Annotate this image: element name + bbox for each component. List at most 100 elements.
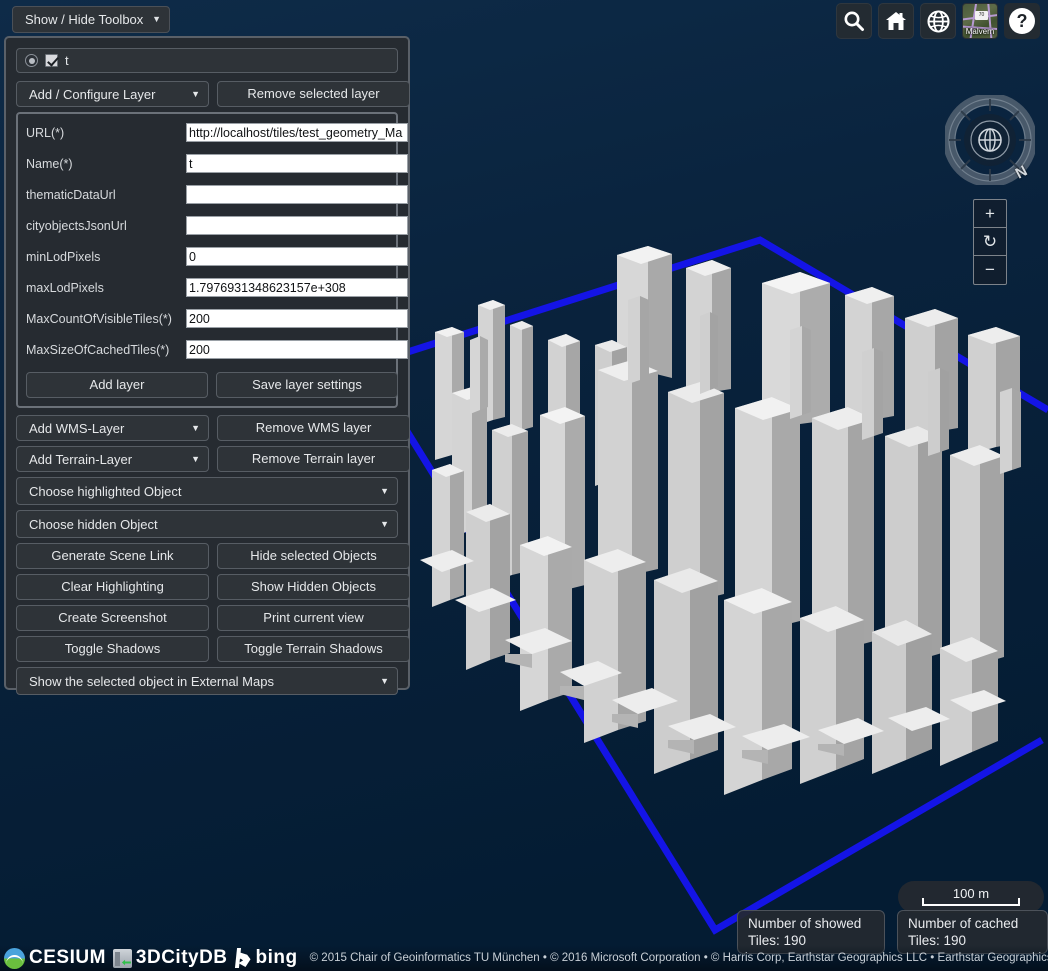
reset-view-button[interactable]: ↻ (974, 228, 1006, 256)
wms-row: Add WMS-Layer ▼ Remove WMS layer (16, 415, 410, 441)
scale-bar-ruler (922, 898, 1020, 906)
url-input[interactable] (186, 123, 408, 142)
field-minlodpixels-label: minLodPixels (26, 249, 101, 264)
chevron-down-icon: ▼ (152, 14, 161, 24)
name-input[interactable] (186, 154, 408, 173)
maxsizeofcachedtiles-input[interactable] (186, 340, 408, 359)
field-maxcountofvisibletiles: MaxCountOfVisibleTiles(*) (26, 308, 408, 329)
minlodpixels-input[interactable] (186, 247, 408, 266)
add-terrain-layer-dropdown[interactable]: Add Terrain-Layer ▼ (16, 446, 209, 472)
print-current-view-button[interactable]: Print current view (217, 605, 410, 631)
field-maxcountofvisibletiles-label: MaxCountOfVisibleTiles(*) (26, 311, 172, 326)
field-name: Name(*) (26, 153, 408, 174)
field-url-label: URL(*) (26, 125, 65, 140)
create-screenshot-button[interactable]: Create Screenshot (16, 605, 209, 631)
field-cityobjectsjsonurl: cityobjectsJsonUrl (26, 215, 408, 236)
layer-name-label: t (65, 53, 69, 68)
compass-control[interactable]: N (945, 95, 1035, 185)
help-button[interactable]: ? (1004, 3, 1040, 39)
field-maxsizeofcachedtiles-label: MaxSizeOfCachedTiles(*) (26, 342, 170, 357)
field-thematicdataurl: thematicDataUrl (26, 184, 408, 205)
tools-row-2: Clear Highlighting Show Hidden Objects (16, 574, 410, 600)
citydb-logo[interactable]: 3DCityDB (112, 947, 228, 969)
viewer-toolbar: 70 Malvern ? (836, 3, 1040, 39)
scale-bar-inner: 100 m (922, 886, 1020, 906)
chevron-down-icon: ▼ (380, 676, 389, 686)
search-icon (844, 11, 864, 31)
tools-row-4: Toggle Shadows Toggle Terrain Shadows (16, 636, 410, 662)
choose-highlighted-object-label: Choose highlighted Object (29, 483, 182, 499)
toggle-terrain-shadows-button[interactable]: Toggle Terrain Shadows (217, 636, 410, 662)
chevron-down-icon: ▼ (191, 454, 200, 464)
hide-selected-objects-button[interactable]: Hide selected Objects (217, 543, 410, 569)
layer-config-form: URL(*) Name(*) thematicDataUrl cityobjec… (16, 112, 408, 408)
citydb-logo-label: 3DCityDB (135, 947, 228, 968)
generate-scene-link-button[interactable]: Generate Scene Link (16, 543, 209, 569)
toolbox-panel: t Add / Configure Layer ▼ Remove selecte… (4, 36, 410, 695)
add-layer-button[interactable]: Add layer (26, 372, 208, 398)
cesium-logo[interactable]: CESIUM (4, 947, 106, 969)
show-hide-toolbox-button[interactable]: Show / Hide Toolbox ▼ (12, 6, 170, 33)
field-thematicdataurl-label: thematicDataUrl (26, 187, 116, 202)
scene-mode-button[interactable] (920, 3, 956, 39)
scale-bar: 100 m (898, 881, 1044, 913)
bing-logo-label: bing (255, 947, 298, 968)
map-route-sign: 70 (975, 11, 988, 20)
base-layer-name-label: Malvern (965, 27, 995, 36)
maxcountofvisibletiles-input[interactable] (186, 309, 408, 328)
cesium-mark-icon (4, 947, 25, 969)
navigation-widget: N + ↻ − (942, 95, 1038, 285)
choose-hidden-object-dropdown[interactable]: Choose hidden Object ▼ (16, 510, 398, 538)
search-button[interactable] (836, 3, 872, 39)
add-terrain-layer-label: Add Terrain-Layer (29, 451, 133, 467)
chevron-down-icon: ▼ (191, 423, 200, 433)
remove-terrain-layer-button[interactable]: Remove Terrain layer (217, 446, 410, 472)
zoom-in-button[interactable]: + (974, 200, 1006, 228)
show-hidden-objects-button[interactable]: Show Hidden Objects (217, 574, 410, 600)
app-root: Show / Hide Toolbox ▼ t Add / Configure … (0, 0, 1048, 971)
cesium-logo-label: CESIUM (29, 947, 106, 968)
add-wms-layer-dropdown[interactable]: Add WMS-Layer ▼ (16, 415, 209, 441)
chevron-down-icon: ▼ (191, 89, 200, 99)
layer-config-buttons: Add layer Save layer settings (26, 372, 398, 398)
credit-bar: CESIUM 3DCityDB bing © 2015 Chair of Geo… (0, 945, 1048, 971)
layer-visibility-checkbox-icon[interactable] (45, 54, 58, 67)
base-layer-picker-button[interactable]: 70 Malvern (962, 3, 998, 39)
add-wms-layer-label: Add WMS-Layer (29, 420, 125, 436)
clear-highlighting-button[interactable]: Clear Highlighting (16, 574, 209, 600)
home-icon (886, 12, 906, 30)
toggle-shadows-button[interactable]: Toggle Shadows (16, 636, 209, 662)
zoom-out-button[interactable]: − (974, 256, 1006, 284)
choose-highlighted-object-dropdown[interactable]: Choose highlighted Object ▼ (16, 477, 398, 505)
bing-logo[interactable]: bing (235, 947, 298, 969)
tools-row-1: Generate Scene Link Hide selected Object… (16, 543, 410, 569)
field-maxlodpixels-label: maxLodPixels (26, 280, 104, 295)
field-url: URL(*) (26, 122, 408, 143)
field-maxlodpixels: maxLodPixels (26, 277, 408, 298)
home-button[interactable] (878, 3, 914, 39)
field-cityobjectsjsonurl-label: cityobjectsJsonUrl (26, 218, 127, 233)
zoom-controls: + ↻ − (973, 199, 1007, 285)
remove-wms-layer-button[interactable]: Remove WMS layer (217, 415, 410, 441)
external-maps-dropdown[interactable]: Show the selected object in External Map… (16, 667, 398, 695)
thematicdataurl-input[interactable] (186, 185, 408, 204)
citydb-mark-icon (112, 948, 132, 968)
chevron-down-icon: ▼ (380, 486, 389, 496)
field-name-label: Name(*) (26, 156, 73, 171)
layer-radio-icon[interactable] (25, 54, 38, 67)
globe-icon (926, 9, 950, 33)
bing-mark-icon (235, 948, 252, 968)
add-configure-layer-dropdown[interactable]: Add / Configure Layer ▼ (16, 81, 209, 107)
help-icon: ? (1009, 8, 1035, 34)
remove-selected-layer-button[interactable]: Remove selected layer (217, 81, 410, 107)
maxlodpixels-input[interactable] (186, 278, 408, 297)
tools-row-3: Create Screenshot Print current view (16, 605, 410, 631)
field-minlodpixels: minLodPixels (26, 246, 408, 267)
layer-list-item[interactable]: t (16, 48, 398, 73)
field-maxsizeofcachedtiles: MaxSizeOfCachedTiles(*) (26, 339, 408, 360)
credit-text: © 2015 Chair of Geoinformatics TU Münche… (309, 952, 1048, 964)
cityobjectsjsonurl-input[interactable] (186, 216, 408, 235)
save-layer-settings-button[interactable]: Save layer settings (216, 372, 398, 398)
terrain-row: Add Terrain-Layer ▼ Remove Terrain layer (16, 446, 410, 472)
choose-hidden-object-label: Choose hidden Object (29, 516, 158, 532)
